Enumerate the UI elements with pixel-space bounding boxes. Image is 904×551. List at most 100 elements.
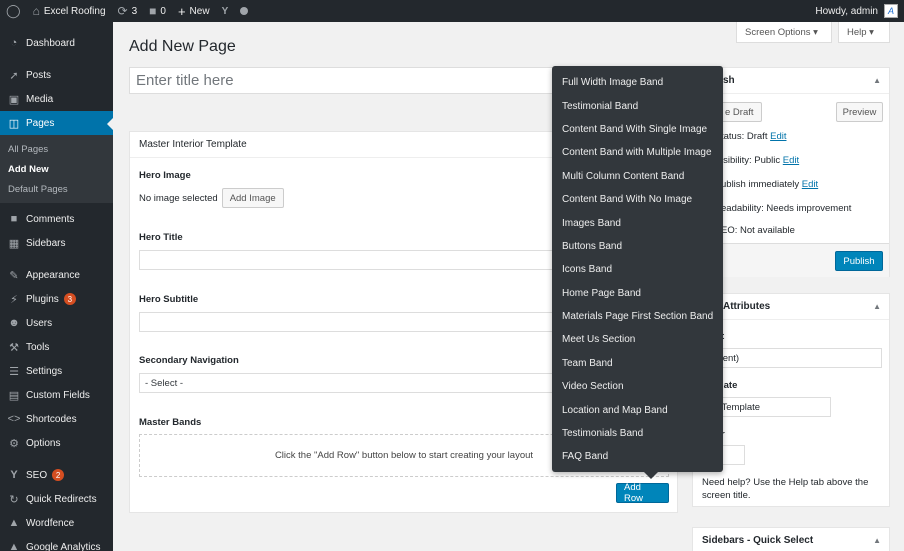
hero-title-label: Hero Title bbox=[139, 232, 183, 243]
analytics-icon: ▲ bbox=[8, 541, 20, 551]
dropdown-item-buttons-band[interactable]: Buttons Band bbox=[552, 235, 723, 258]
collapse-arrow-icon[interactable]: ▲ bbox=[873, 302, 881, 311]
user-icon: ☻ bbox=[8, 317, 20, 329]
dropdown-item-faq-band[interactable]: FAQ Band bbox=[552, 445, 723, 468]
dropdown-item-home-page-band[interactable]: Home Page Band bbox=[552, 282, 723, 305]
comment-icon: ■ bbox=[10, 213, 18, 225]
admin-bar: ◯ ⌂ Excel Roofing ⟳ 3 ■ 0 + New Y Howdy,… bbox=[0, 0, 904, 22]
sidebar-item-media[interactable]: ▣ Media bbox=[0, 87, 113, 111]
submenu-add-new[interactable]: Add New bbox=[0, 159, 113, 179]
sidebar-item-shortcodes[interactable]: <> Shortcodes bbox=[0, 407, 113, 431]
hero-subtitle-label: Hero Subtitle bbox=[139, 294, 199, 305]
submenu-all-pages[interactable]: All Pages bbox=[0, 139, 113, 159]
gear-icon: ⚙ bbox=[9, 437, 19, 450]
dropdown-item-images-band[interactable]: Images Band bbox=[552, 211, 723, 234]
yoast-icon[interactable]: Y bbox=[216, 0, 235, 22]
dropdown-item-testimonials-band[interactable]: Testimonials Band bbox=[552, 422, 723, 445]
collapse-arrow-icon[interactable]: ▲ bbox=[873, 536, 881, 545]
code-icon: <> bbox=[7, 413, 21, 425]
new-content-link[interactable]: + New bbox=[172, 0, 216, 22]
dropdown-item-content-band-multiple-image[interactable]: Content Band with Multiple Image bbox=[552, 141, 723, 164]
status-row: tatus: Draft Edit bbox=[721, 131, 787, 142]
seo-count-badge: 2 bbox=[52, 469, 65, 481]
help-button[interactable]: Help ▾ bbox=[838, 22, 890, 43]
sidebar-item-posts[interactable]: ➚ Posts bbox=[0, 63, 113, 87]
sidebar-item-wordfence[interactable]: ▲ Wordfence bbox=[0, 511, 113, 535]
edit-publish-time-link[interactable]: Edit bbox=[802, 179, 818, 190]
hero-image-label: Hero Image bbox=[139, 170, 191, 181]
plugins-count-badge: 3 bbox=[63, 293, 76, 305]
sidebar-item-custom-fields[interactable]: ▤ Custom Fields bbox=[0, 383, 113, 407]
save-draft-button[interactable]: e Draft bbox=[717, 102, 762, 122]
comment-icon: ■ bbox=[149, 4, 157, 18]
plus-icon: + bbox=[177, 3, 186, 19]
admin-sidebar: ◔ Dashboard ➚ Posts ▣ Media ◫ Pages All Page… bbox=[0, 22, 113, 551]
sidebar-item-google-analytics[interactable]: ▲ Google Analytics bbox=[0, 535, 113, 551]
dropdown-item-content-band-no-image[interactable]: Content Band With No Image bbox=[552, 188, 723, 211]
template-label: late bbox=[721, 380, 738, 391]
comments-link[interactable]: ■ 0 bbox=[143, 0, 172, 22]
status-dot-icon[interactable] bbox=[234, 0, 254, 22]
pin-icon: ➚ bbox=[9, 69, 19, 82]
yoast-icon: Y bbox=[10, 469, 18, 481]
dropdown-item-meet-us-section[interactable]: Meet Us Section bbox=[552, 328, 723, 351]
edit-status-link[interactable]: Edit bbox=[770, 131, 786, 142]
sidebars-quick-select-box: Sidebars - Quick Select ▲ bbox=[692, 527, 890, 551]
publish-time-row: ublish immediately Edit bbox=[721, 179, 819, 190]
edit-visibility-link[interactable]: Edit bbox=[783, 155, 799, 166]
sidebar-item-pages[interactable]: ◫ Pages bbox=[0, 111, 113, 135]
brush-icon: ✎ bbox=[9, 269, 19, 282]
site-name-link[interactable]: ⌂ Excel Roofing bbox=[27, 0, 112, 22]
dashboard-icon: ◔ bbox=[10, 37, 18, 49]
preview-button[interactable]: Preview bbox=[836, 102, 883, 122]
sidebar-item-sidebars[interactable]: ▦ Sidebars bbox=[0, 231, 113, 255]
dropdown-item-video-section[interactable]: Video Section bbox=[552, 375, 723, 398]
page-attributes-title: Attributes bbox=[723, 301, 771, 312]
wordfence-icon: ▲ bbox=[8, 517, 20, 529]
submenu-default-pages[interactable]: Default Pages bbox=[0, 179, 113, 199]
redirect-icon: ↻ bbox=[9, 493, 19, 506]
bands-hint-text: Click the "Add Row" button below to star… bbox=[274, 450, 534, 461]
wordpress-logo-icon[interactable]: ◯ bbox=[0, 0, 27, 22]
sidebar-item-dashboard[interactable]: ◔ Dashboard bbox=[0, 31, 113, 55]
grid-icon: ▦ bbox=[8, 237, 20, 250]
publish-button[interactable]: Publish bbox=[835, 251, 883, 271]
sidebar-item-plugins[interactable]: ⚡ Plugins 3 bbox=[0, 287, 113, 311]
band-type-dropdown: Full Width Image Band Testimonial Band C… bbox=[552, 66, 723, 479]
dropdown-item-materials-page-band[interactable]: Materials Page First Section Band bbox=[552, 305, 723, 328]
sidebar-item-users[interactable]: ☻ Users bbox=[0, 311, 113, 335]
sidebar-item-settings[interactable]: ☰ Settings bbox=[0, 359, 113, 383]
dropdown-item-multi-column-content-band[interactable]: Multi Column Content Band bbox=[552, 165, 723, 188]
dropdown-item-testimonial-band[interactable]: Testimonial Band bbox=[552, 94, 723, 117]
wrench-icon: ⚒ bbox=[9, 341, 19, 354]
media-icon: ▣ bbox=[8, 93, 20, 106]
pages-icon: ◫ bbox=[8, 117, 20, 130]
fields-icon: ▤ bbox=[8, 389, 20, 402]
dropdown-item-content-band-single-image[interactable]: Content Band With Single Image bbox=[552, 118, 723, 141]
sidebar-item-appearance[interactable]: ✎ Appearance bbox=[0, 263, 113, 287]
add-row-button[interactable]: Add Row bbox=[616, 482, 669, 504]
account-link[interactable]: Howdy, admin A bbox=[809, 0, 904, 22]
readability-row: eadability: Needs improvement bbox=[721, 203, 852, 214]
dropdown-item-full-width-image-band[interactable]: Full Width Image Band bbox=[552, 71, 723, 94]
help-text: Need help? Use the Help tab above the sc… bbox=[702, 477, 869, 501]
settings-icon: ☰ bbox=[9, 365, 19, 378]
avatar: A bbox=[884, 4, 898, 18]
sidebar-item-options[interactable]: ⚙ Options bbox=[0, 431, 113, 455]
page-title: Add New Page bbox=[129, 38, 236, 55]
sidebars-quick-select-title: Sidebars - Quick Select bbox=[702, 535, 814, 546]
screen-options-button[interactable]: Screen Options ▾ bbox=[736, 22, 832, 43]
pages-submenu: All Pages Add New Default Pages bbox=[0, 135, 113, 203]
sidebar-item-comments[interactable]: ■ Comments bbox=[0, 207, 113, 231]
collapse-arrow-icon[interactable]: ▲ bbox=[873, 76, 881, 85]
sidebar-item-tools[interactable]: ⚒ Tools bbox=[0, 335, 113, 359]
add-image-button[interactable]: Add Image bbox=[221, 188, 284, 208]
sidebar-item-quick-redirects[interactable]: ↻ Quick Redirects bbox=[0, 487, 113, 511]
plug-icon: ⚡ bbox=[10, 293, 18, 306]
updates-link[interactable]: ⟳ 3 bbox=[112, 0, 144, 22]
dropdown-item-team-band[interactable]: Team Band bbox=[552, 352, 723, 375]
dropdown-item-icons-band[interactable]: Icons Band bbox=[552, 258, 723, 281]
seo-row: EO: Not available bbox=[721, 225, 795, 236]
dropdown-item-location-map-band[interactable]: Location and Map Band bbox=[552, 398, 723, 421]
sidebar-item-seo[interactable]: Y SEO 2 bbox=[0, 463, 113, 487]
